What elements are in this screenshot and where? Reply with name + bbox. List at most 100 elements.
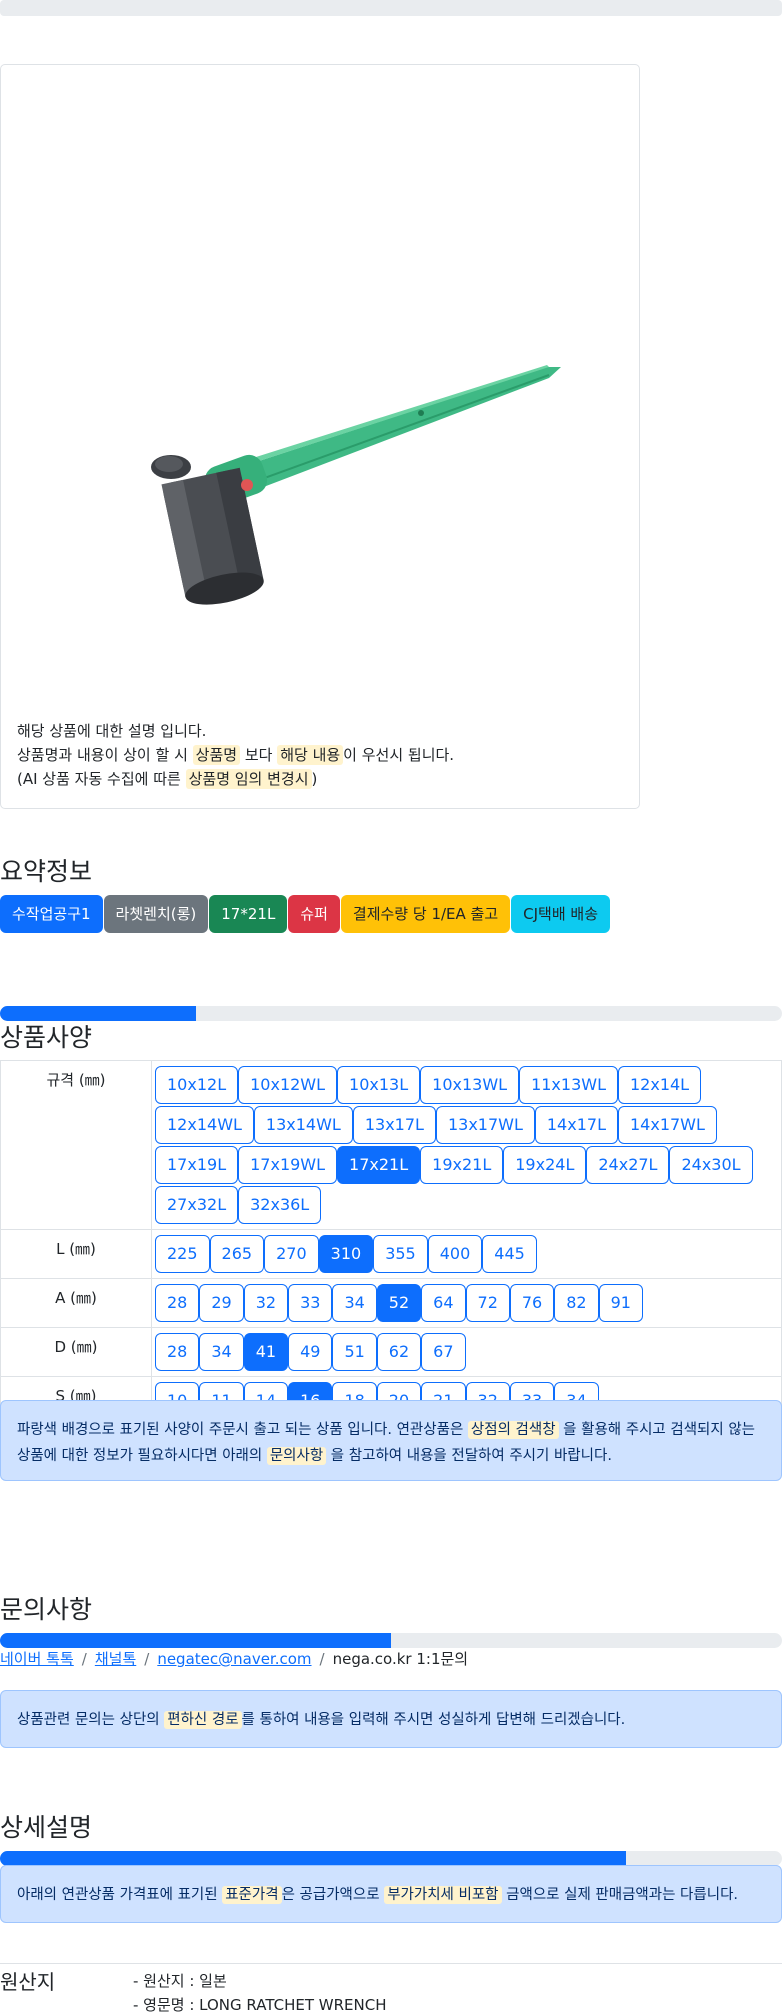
spec-option-button[interactable]: 27x32L	[155, 1186, 239, 1224]
spec-option-button[interactable]: 19x21L	[420, 1146, 504, 1184]
spec-option-button[interactable]: 34	[332, 1284, 377, 1322]
spec-row-label: D (㎜)	[0, 1327, 152, 1377]
summary-badge: CJ택배 배송	[511, 895, 611, 933]
separator: /	[319, 1650, 325, 1668]
site-inquiry-text: nega.co.kr 1:1문의	[332, 1650, 469, 1668]
product-image-card: 해당 상품에 대한 설명 입니다. 상품명과 내용이 상이 할 시 상품명 보다…	[0, 64, 640, 809]
description-text: (AI 상품 자동 수집에 따른	[17, 770, 186, 788]
notice-text: 금액으로 실제 판매금액과는 다릅니다.	[501, 1887, 739, 1903]
spec-progress	[0, 1006, 782, 1021]
origin-list: - 원산지 : 일본 - 영문명 : LONG RATCHET WRENCH	[133, 1969, 386, 2012]
inquiry-progress-fill	[0, 1633, 391, 1648]
email-link[interactable]: negatec@naver.com	[157, 1650, 311, 1668]
spec-option-button[interactable]: 10x12L	[155, 1066, 239, 1104]
spec-option-button[interactable]: 32x36L	[238, 1186, 322, 1224]
highlight-standard-price: 표준가격	[222, 1886, 282, 1904]
inquiry-title: 문의사항	[0, 1595, 93, 1624]
spec-option-button[interactable]: 14x17WL	[617, 1106, 717, 1144]
detail-progress-fill	[0, 1851, 626, 1866]
spec-option-button[interactable]: 17x19L	[155, 1146, 239, 1184]
product-page: 해당 상품에 대한 설명 입니다. 상품명과 내용이 상이 할 시 상품명 보다…	[0, 0, 782, 2012]
summary-badge: 라쳇렌치(롱)	[103, 895, 209, 933]
spec-option-button[interactable]: 34	[199, 1333, 244, 1371]
highlight-vat: 부가가치세 비포함	[384, 1886, 502, 1904]
spec-option-button[interactable]: 29	[199, 1284, 244, 1322]
spec-option-button[interactable]: 13x17WL	[435, 1106, 535, 1144]
spec-option-button[interactable]: 32	[243, 1284, 289, 1322]
spec-row-label: L (㎜)	[0, 1229, 152, 1279]
spec-option-button[interactable]: 13x14WL	[253, 1106, 353, 1144]
spec-option-button[interactable]: 67	[421, 1333, 466, 1371]
spec-option-button[interactable]: 12x14WL	[155, 1106, 254, 1144]
highlight-store-search: 상점의 검색창	[467, 1421, 559, 1439]
channel-talk-link[interactable]: 채널톡	[95, 1650, 136, 1668]
origin-label: 원산지	[0, 1970, 56, 1994]
spec-options: 28 29 32 33 34 52 64 72 76 82 91	[151, 1278, 782, 1328]
highlight-content: 해당 내용	[277, 745, 344, 765]
description-text: 상품명과 내용이 상이 할 시	[17, 746, 193, 764]
spec-options: 225 265 270 310 355 400 445	[151, 1229, 782, 1279]
spec-option-button[interactable]: 13x17L	[352, 1106, 436, 1144]
separator: /	[144, 1650, 150, 1668]
spec-option-button[interactable]: 10x12WL	[238, 1066, 338, 1104]
description-text: 보다	[240, 746, 278, 764]
spec-option-button[interactable]: 41	[243, 1333, 289, 1371]
spec-option-button[interactable]: 19x24L	[503, 1146, 587, 1184]
spec-row: D (㎜) 28 34 41 49 51 62 67	[0, 1327, 782, 1377]
spec-option-button[interactable]: 51	[332, 1333, 377, 1371]
spec-option-button[interactable]: 11x13WL	[519, 1066, 618, 1104]
spec-option-button[interactable]: 445	[482, 1235, 537, 1273]
spec-option-button[interactable]: 72	[465, 1284, 510, 1322]
spec-option-button[interactable]: 17x21L	[337, 1146, 421, 1184]
spec-table: 규격 (㎜) 10x12L 10x12WL 10x13L 10x13WL 11x13WL 1…	[0, 1060, 782, 1426]
spec-option-button[interactable]: 33	[288, 1284, 333, 1322]
spec-option-button[interactable]: 24x30L	[669, 1146, 753, 1184]
spec-option-button[interactable]: 14x17L	[534, 1106, 618, 1144]
spec-notice: 파랑색 배경으로 표기된 사양이 주문시 출고 되는 상품 입니다. 연관상품은…	[0, 1400, 782, 1481]
origin-item: - 영문명 : LONG RATCHET WRENCH	[133, 1996, 387, 2012]
spec-option-button[interactable]: 28	[155, 1284, 200, 1322]
detail-notice: 아래의 연관상품 가격표에 표기된 표준가격 은 공급가액으로 부가가치세 비포함…	[0, 1865, 782, 1923]
product-description: 해당 상품에 대한 설명 입니다. 상품명과 내용이 상이 할 시 상품명 보다…	[17, 719, 454, 791]
spec-option-button[interactable]: 62	[376, 1333, 422, 1371]
spec-option-button[interactable]: 49	[288, 1333, 333, 1371]
spec-options: 28 34 41 49 51 62 67	[151, 1327, 782, 1377]
description-line-2: 상품명과 내용이 상이 할 시 상품명 보다 해당 내용 이 우선시 됩니다.	[17, 743, 454, 767]
notice-text: 아래의 연관상품 가격표에 표기된	[17, 1887, 223, 1903]
spec-row: L (㎜) 225 265 270 310 355 400 445	[0, 1229, 782, 1279]
inquiry-progress	[0, 1633, 782, 1648]
spec-option-button[interactable]: 24x27L	[586, 1146, 670, 1184]
description-line-3: (AI 상품 자동 수집에 따른 상품명 임의 변경시)	[17, 767, 454, 791]
description-text: )	[311, 770, 318, 788]
spec-option-button[interactable]: 10x13L	[337, 1066, 421, 1104]
spec-option-button[interactable]: 82	[554, 1284, 599, 1322]
spec-option-button[interactable]: 225	[155, 1235, 210, 1273]
spec-option-button[interactable]: 91	[598, 1284, 643, 1322]
spec-option-button[interactable]: 270	[264, 1235, 319, 1273]
spec-option-button[interactable]: 310	[318, 1235, 374, 1273]
spec-row: 규격 (㎜) 10x12L 10x12WL 10x13L 10x13WL 11x13WL 1…	[0, 1060, 782, 1230]
detail-progress	[0, 1851, 782, 1866]
separator: /	[81, 1650, 87, 1668]
spec-option-button[interactable]: 76	[509, 1284, 555, 1322]
spec-option-button[interactable]: 400	[427, 1235, 483, 1273]
spec-row-label: A (㎜)	[0, 1278, 152, 1328]
spec-option-button[interactable]: 265	[209, 1235, 265, 1273]
spec-option-button[interactable]: 17x19WL	[238, 1146, 338, 1184]
spec-option-button[interactable]: 355	[373, 1235, 428, 1273]
detail-title: 상세설명	[0, 1813, 93, 1842]
highlight-name-change: 상품명 임의 변경시	[185, 769, 312, 789]
spec-option-button[interactable]: 64	[421, 1284, 466, 1322]
spec-option-button[interactable]: 28	[155, 1333, 200, 1371]
spec-option-button[interactable]: 12x14L	[617, 1066, 702, 1104]
naver-talk-link[interactable]: 네이버 톡톡	[0, 1650, 74, 1668]
spec-option-button[interactable]: 10x13WL	[420, 1066, 520, 1104]
spec-option-button[interactable]: 52	[376, 1284, 422, 1322]
notice-text: 파랑색 배경으로 표기된 사양이 주문시 출고 되는 상품 입니다. 연관상품은	[17, 1422, 468, 1438]
notice-text: 상품관련 문의는 상단의	[17, 1712, 165, 1728]
summary-badge: 17*21L	[209, 895, 288, 933]
spec-row: A (㎜) 28 29 32 33 34 52 64 72 76 82 91	[0, 1278, 782, 1328]
highlight-product-name: 상품명	[192, 745, 241, 765]
description-text: 이 우선시 됩니다.	[343, 746, 455, 764]
inquiry-channels: 네이버 톡톡 / 채널톡 / negatec@naver.com / nega.co.kr …	[0, 1648, 468, 1669]
